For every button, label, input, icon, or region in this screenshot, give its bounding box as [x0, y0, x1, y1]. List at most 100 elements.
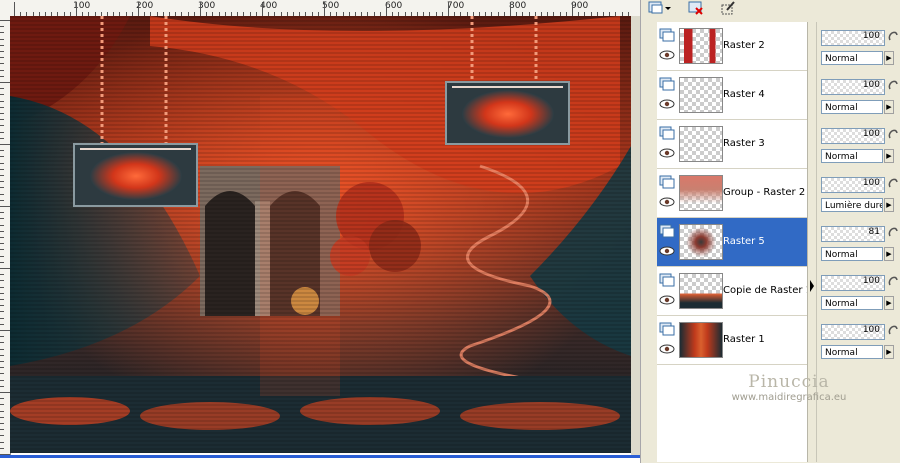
- layer-type-icon[interactable]: [659, 77, 675, 91]
- layer-name: Raster 3: [723, 138, 765, 149]
- eye-icon[interactable]: [659, 99, 675, 109]
- blend-mode-select[interactable]: Lumière dure: [821, 198, 883, 212]
- ruler-tick: [0, 156, 4, 158]
- layer-row[interactable]: Raster 1: [657, 316, 807, 365]
- ruler-label: 900: [571, 1, 589, 11]
- ruler-label: 600: [385, 1, 403, 11]
- eye-icon[interactable]: [659, 295, 675, 305]
- ruler-tick: [0, 162, 4, 164]
- ruler-tick: [0, 342, 4, 344]
- link-icon[interactable]: [887, 226, 899, 240]
- ruler-tick: [0, 75, 4, 77]
- dropdown-icon[interactable]: [663, 0, 673, 16]
- blend-dropdown-icon[interactable]: ▶: [884, 100, 894, 114]
- layer-type-icon[interactable]: [659, 322, 675, 336]
- edit-icon[interactable]: [719, 0, 737, 16]
- layer-type-icon[interactable]: [659, 175, 675, 189]
- blend-dropdown-icon[interactable]: ▶: [884, 345, 894, 359]
- ruler-tick: [572, 2, 573, 16]
- ruler-tick: [0, 193, 4, 195]
- link-icon[interactable]: [887, 275, 899, 289]
- ruler-tick: [0, 119, 4, 121]
- eye-icon[interactable]: [659, 50, 675, 60]
- blend-mode-select[interactable]: Normal: [821, 149, 883, 163]
- ruler-tick: [0, 392, 10, 393]
- layer-properties-row: 100 Lumière dure ▶: [817, 169, 900, 217]
- opacity-slider[interactable]: 100: [821, 177, 885, 193]
- ruler-tick: [0, 305, 4, 307]
- layer-name: Copie de Raster 1: [723, 285, 813, 296]
- opacity-slider[interactable]: 100: [821, 275, 885, 291]
- layer-row[interactable]: Raster 5: [657, 218, 807, 267]
- link-icon[interactable]: [887, 128, 899, 142]
- opacity-slider[interactable]: 100: [821, 324, 885, 340]
- opacity-slider[interactable]: 81: [821, 226, 885, 242]
- blend-dropdown-icon[interactable]: ▶: [884, 198, 894, 212]
- ruler-tick: [0, 63, 4, 65]
- blend-mode-select[interactable]: Normal: [821, 296, 883, 310]
- eye-icon[interactable]: [659, 197, 675, 207]
- blend-dropdown-icon[interactable]: ▶: [884, 296, 894, 310]
- blend-dropdown-icon[interactable]: ▶: [884, 51, 894, 65]
- opacity-value: 100: [862, 80, 880, 90]
- ruler-tick: [76, 2, 77, 16]
- watermark-name: Pinuccia: [748, 372, 830, 392]
- layer-type-icon[interactable]: [659, 273, 675, 287]
- ruler-tick: [0, 243, 4, 245]
- blend-dropdown-icon[interactable]: ▶: [884, 247, 894, 261]
- layer-type-icon[interactable]: [659, 28, 675, 42]
- ruler-tick: [0, 57, 4, 59]
- layer-row[interactable]: Raster 4: [657, 71, 807, 120]
- layer-thumbnail: [679, 273, 723, 309]
- layer-row[interactable]: Raster 3: [657, 120, 807, 169]
- ruler-tick: [0, 88, 4, 90]
- ruler-tick: [0, 230, 4, 232]
- ruler-tick: [0, 311, 4, 313]
- ruler-tick: [0, 354, 4, 356]
- opacity-slider[interactable]: 100: [821, 30, 885, 46]
- canvas-bottom-border: [0, 455, 640, 458]
- canvas-area: 100 200 300 400 500 600 700 800 900: [0, 0, 640, 463]
- link-icon[interactable]: [887, 177, 899, 191]
- blend-mode-select[interactable]: Normal: [821, 345, 883, 359]
- ruler-tick: [0, 255, 4, 257]
- eye-icon[interactable]: [659, 246, 675, 256]
- layer-name: Raster 5: [723, 236, 765, 247]
- eye-icon[interactable]: [659, 344, 675, 354]
- layer-type-icon[interactable]: [659, 126, 675, 140]
- layer-row[interactable]: Copie de Raster 1: [657, 267, 812, 316]
- blend-dropdown-icon[interactable]: ▶: [884, 149, 894, 163]
- ruler-tick: [0, 416, 4, 418]
- ruler-tick: [0, 336, 4, 338]
- layer-thumbnail: [679, 322, 723, 358]
- opacity-slider[interactable]: 100: [821, 128, 885, 144]
- watermark: Pinuccia www.maidiregrafica.eu: [724, 372, 854, 403]
- blend-mode-select[interactable]: Normal: [821, 51, 883, 65]
- opacity-slider[interactable]: 100: [821, 79, 885, 95]
- layer-name: Group - Raster 2: [723, 187, 806, 198]
- layer-type-icon[interactable]: [659, 224, 675, 238]
- eye-icon[interactable]: [659, 148, 675, 158]
- ruler-tick: [0, 323, 4, 325]
- opacity-value: 100: [862, 325, 880, 335]
- layer-row[interactable]: Raster 2: [657, 22, 807, 71]
- opacity-value: 81: [868, 227, 880, 237]
- delete-layer-icon[interactable]: [687, 0, 705, 16]
- ruler-tick: [0, 131, 4, 133]
- ruler-tick: [138, 2, 139, 16]
- link-icon[interactable]: [887, 324, 899, 338]
- ruler-tick: [0, 206, 10, 207]
- blend-mode-select[interactable]: Normal: [821, 100, 883, 114]
- horizontal-ruler: 100 200 300 400 500 600 700 800 900: [0, 0, 640, 17]
- link-icon[interactable]: [887, 30, 899, 44]
- ruler-tick: [0, 249, 4, 251]
- ruler-tick: [0, 404, 4, 406]
- ruler-tick: [0, 447, 4, 449]
- artwork-canvas[interactable]: [10, 16, 631, 453]
- link-icon[interactable]: [887, 79, 899, 93]
- layer-row[interactable]: Group - Raster 2: [657, 169, 807, 218]
- layer-thumbnail: [679, 126, 723, 162]
- ruler-tick: [200, 2, 201, 16]
- ruler-tick: [0, 379, 4, 381]
- blend-mode-select[interactable]: Normal: [821, 247, 883, 261]
